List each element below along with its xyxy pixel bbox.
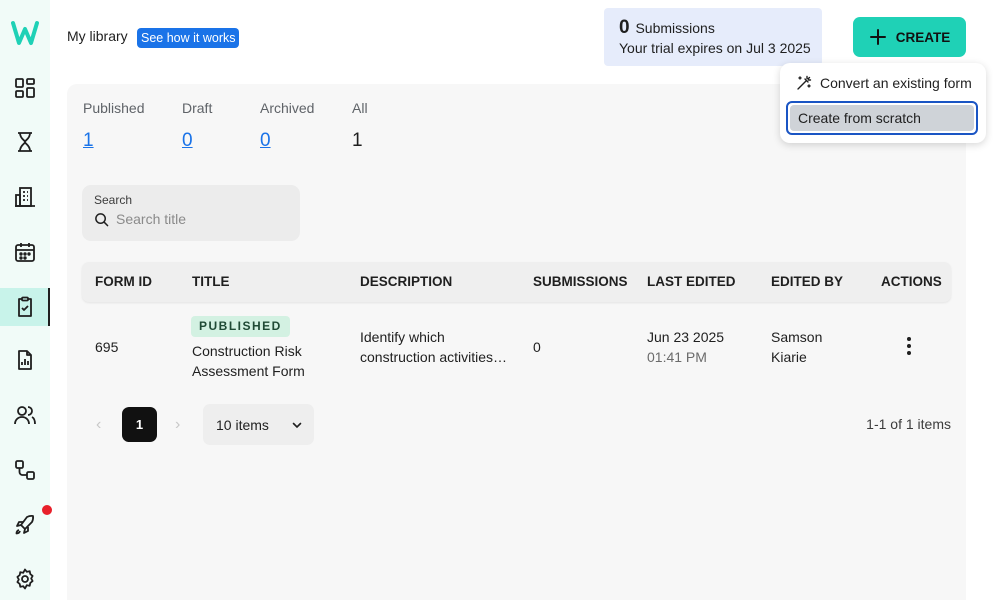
stat-draft: Draft 0 bbox=[182, 100, 212, 152]
menu-item-label: Create from scratch bbox=[790, 105, 974, 131]
workflow-icon bbox=[15, 460, 35, 480]
stat-published: Published 1 bbox=[83, 100, 145, 152]
form-description-line1: Identify which bbox=[360, 329, 445, 345]
submissions-count-cell: 0 bbox=[533, 339, 541, 355]
menu-item-convert-existing-form[interactable]: Convert an existing form bbox=[796, 75, 972, 91]
dashboard-icon bbox=[15, 78, 35, 98]
sidebar-item-dashboard[interactable] bbox=[0, 69, 50, 107]
submissions-count: 0 bbox=[619, 17, 630, 38]
magic-wand-icon bbox=[797, 75, 812, 90]
search-icon bbox=[95, 212, 109, 226]
stat-archived: Archived 0 bbox=[260, 100, 314, 152]
rocket-icon bbox=[15, 515, 34, 535]
menu-item-create-from-scratch[interactable]: Create from scratch bbox=[786, 101, 978, 135]
search-box: Search bbox=[82, 185, 300, 241]
form-description-line2: construction activities… bbox=[360, 349, 508, 365]
next-page-icon[interactable]: › bbox=[175, 416, 180, 434]
form-id: 695 bbox=[95, 339, 119, 355]
calendar-icon bbox=[15, 243, 35, 262]
stat-label: Published bbox=[83, 100, 145, 116]
trial-expiry-text: Your trial expires on Jul 3 2025 bbox=[619, 40, 811, 56]
report-icon bbox=[18, 350, 32, 370]
stat-published-count-link[interactable]: 1 bbox=[83, 130, 145, 152]
stat-archived-count-link[interactable]: 0 bbox=[260, 130, 314, 152]
clipboard-check-icon bbox=[18, 296, 32, 317]
users-icon bbox=[14, 406, 36, 425]
column-header-submissions[interactable]: SUBMISSIONS bbox=[533, 262, 628, 302]
sidebar-item-organization[interactable] bbox=[0, 178, 50, 216]
column-header-description[interactable]: DESCRIPTION bbox=[360, 262, 452, 302]
chevron-down-icon bbox=[292, 422, 302, 428]
trial-banner: 0 Submissions Your trial expires on Jul … bbox=[604, 8, 822, 66]
sidebar-item-reports[interactable] bbox=[0, 341, 50, 379]
page-title: My library bbox=[67, 28, 128, 44]
last-edited-time: 01:41 PM bbox=[647, 349, 707, 365]
column-header-form-id[interactable]: FORM ID bbox=[95, 262, 152, 302]
stat-label: All bbox=[352, 100, 368, 116]
app-logo-icon[interactable] bbox=[11, 20, 39, 46]
see-how-it-works-link[interactable]: See how it works bbox=[137, 28, 240, 48]
stat-draft-count-link[interactable]: 0 bbox=[182, 130, 212, 152]
page-button-current[interactable]: 1 bbox=[122, 407, 157, 442]
page-size-value: 10 items bbox=[216, 416, 269, 433]
menu-item-label: Convert an existing form bbox=[820, 75, 972, 91]
last-edited-date: Jun 23 2025 bbox=[647, 329, 725, 345]
column-header-last-edited[interactable]: LAST EDITED bbox=[647, 262, 736, 302]
stat-all-count: 1 bbox=[352, 130, 363, 151]
gear-icon bbox=[16, 568, 34, 590]
form-title-line1[interactable]: Construction Risk bbox=[192, 341, 302, 361]
row-actions-menu-icon[interactable] bbox=[900, 335, 918, 357]
stat-label: Draft bbox=[182, 100, 213, 116]
sidebar-item-pending[interactable] bbox=[0, 123, 50, 161]
pagination-total: 1-1 of 1 items bbox=[866, 416, 951, 432]
pagination: ‹ 1 › 10 items 1-1 of 1 items bbox=[82, 404, 951, 445]
stat-label: Archived bbox=[260, 100, 315, 116]
stat-all: All 1 bbox=[352, 100, 368, 152]
sidebar-item-schedule[interactable] bbox=[0, 233, 50, 271]
column-header-edited-by[interactable]: EDITED BY bbox=[771, 262, 843, 302]
notification-dot bbox=[42, 505, 52, 515]
status-badge: PUBLISHED bbox=[191, 316, 290, 337]
page-size-select[interactable]: 10 items bbox=[203, 404, 314, 445]
edited-by-line2: Kiarie bbox=[771, 349, 807, 365]
table-header: FORM ID TITLE DESCRIPTION SUBMISSIONS LA… bbox=[82, 262, 951, 302]
hourglass-icon bbox=[18, 132, 32, 152]
previous-page-icon[interactable]: ‹ bbox=[96, 416, 101, 434]
create-button-label: CREATE bbox=[895, 29, 951, 45]
column-header-actions: ACTIONS bbox=[881, 274, 942, 289]
sidebar bbox=[0, 0, 52, 600]
create-button[interactable]: CREATE bbox=[853, 17, 966, 57]
submissions-label: Submissions bbox=[635, 20, 715, 36]
forms-panel: Published 1 Draft 0 Archived 0 All 1 Sea… bbox=[67, 84, 966, 600]
create-menu: Convert an existing form Create from scr… bbox=[780, 63, 986, 143]
sidebar-item-settings[interactable] bbox=[0, 560, 50, 598]
table-row[interactable]: 695 PUBLISHED Construction Risk Assessme… bbox=[82, 308, 951, 382]
search-input[interactable] bbox=[116, 211, 286, 227]
search-label: Search bbox=[94, 193, 133, 207]
form-title-line2[interactable]: Assessment Form bbox=[192, 361, 305, 381]
building-icon bbox=[15, 187, 35, 207]
sidebar-item-forms[interactable] bbox=[0, 288, 50, 326]
column-header-title[interactable]: TITLE bbox=[192, 262, 230, 302]
sidebar-item-workflows[interactable] bbox=[0, 451, 50, 489]
sidebar-item-users[interactable] bbox=[0, 396, 50, 434]
plus-icon bbox=[869, 29, 886, 45]
edited-by-line1: Samson bbox=[771, 329, 823, 345]
